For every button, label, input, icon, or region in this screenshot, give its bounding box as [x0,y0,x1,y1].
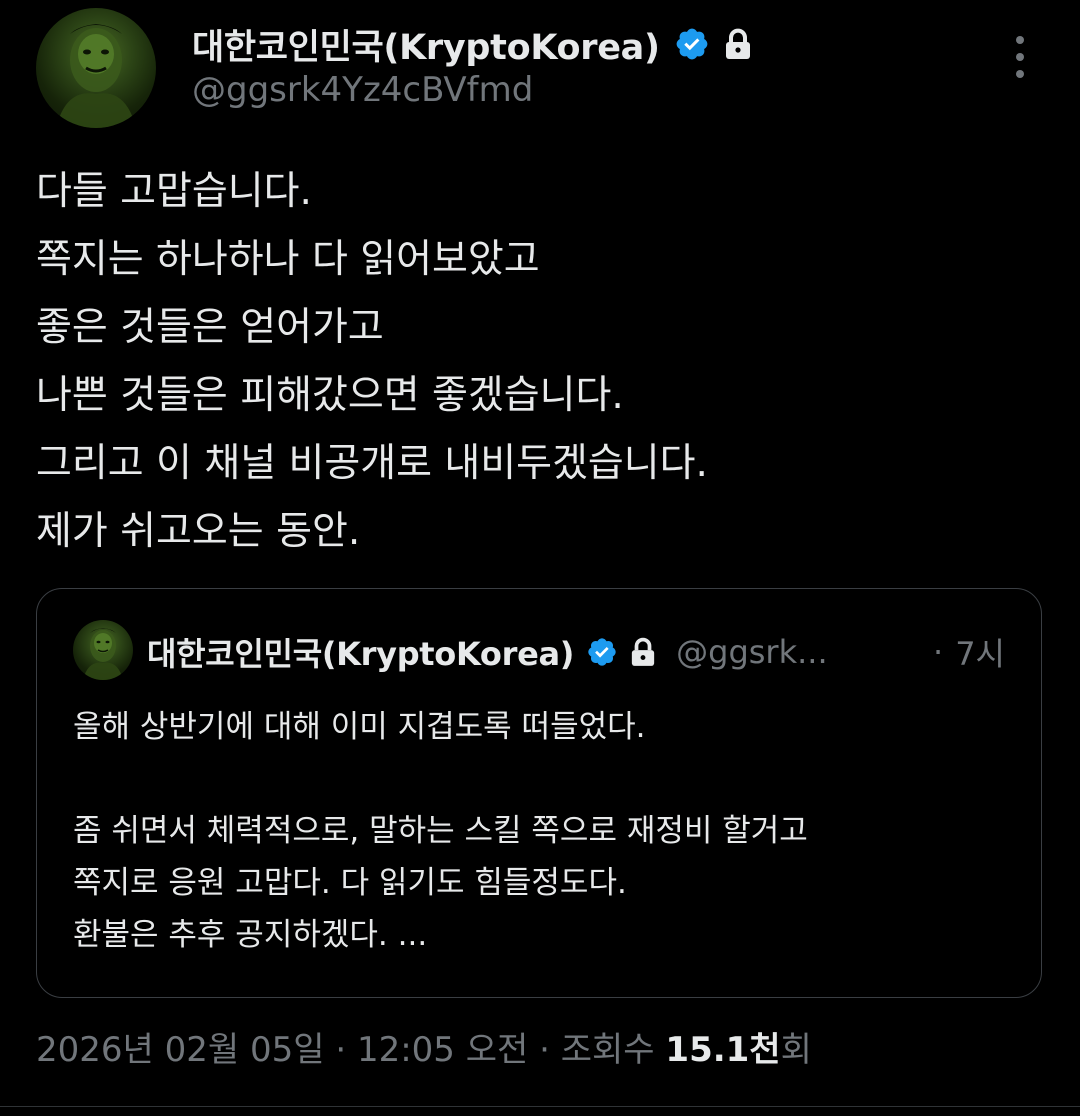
protected-lock-icon [631,637,655,666]
views-suffix: 회 [780,1030,812,1070]
more-dot [1016,70,1024,78]
quoted-line: 올해 상반기에 대해 이미 지겹도록 떠들었다. [73,709,646,745]
quoted-tweet-text: 올해 상반기에 대해 이미 지겹도록 떠들었다. 좀 쉬면서 체력적으로, 말하… [73,701,1013,961]
more-dot [1016,36,1024,44]
meta-separator: · [324,1030,357,1070]
quoted-display-name: 대한코인민국(KryptoKorea) [147,635,575,673]
views-label: 조회수 [560,1030,666,1070]
tweet-line: 그리고 이 채널 비공개로 내비두겠습니다. [36,441,708,486]
verified-badge-icon[interactable] [674,26,710,62]
tweet-time[interactable]: 12:05 오전 [357,1030,528,1070]
tweet-line: 제가 쉬고오는 동안. [36,509,361,554]
more-options-icon[interactable] [1006,36,1034,78]
protected-lock-icon [725,28,750,59]
tweet-line: 쪽지는 하나하나 다 읽어보았고 [36,237,540,282]
meta-separator: · [528,1030,561,1070]
tweet-text: 다들 고맙습니다. 쪽지는 하나하나 다 읽어보았고 좋은 것들은 얻어가고 나… [36,158,1046,566]
tweet-date[interactable]: 2026년 02월 05일 [36,1030,325,1070]
quoted-separator: · [933,633,944,671]
quoted-line: 환불은 추후 공지하겠다. ... [73,917,428,953]
divider [0,1106,1080,1107]
views-count[interactable]: 15.1천 [665,1030,780,1070]
quoted-tweet-card[interactable]: 대한코인민국(KryptoKorea) @ggsrk... · 7시 올해 상반… [36,588,1042,998]
quoted-timestamp: 7시 [955,635,1005,673]
quoted-header: 대한코인민국(KryptoKorea) @ggsrk... · 7시 [147,629,1005,675]
author-header: 대한코인민국(KryptoKorea) [192,22,752,68]
hulk-avatar-image [56,24,136,128]
quoted-line: 좀 쉬면서 체력적으로, 말하는 스킬 쪽으로 재정비 할거고 [73,813,808,849]
tweet-line: 다들 고맙습니다. [36,169,312,214]
quoted-author-avatar [73,620,133,680]
more-dot [1016,53,1024,61]
author-avatar[interactable] [36,8,156,128]
quoted-handle: @ggsrk... [676,633,828,671]
author-display-name[interactable]: 대한코인민국(KryptoKorea) [192,19,660,70]
tweet-line: 좋은 것들은 얻어가고 [36,305,384,350]
verified-badge-icon [588,638,616,666]
quoted-line [73,753,1013,805]
tweet-metadata: 2026년 02월 05일 · 12:05 오전 · 조회수 15.1천회 [36,1022,812,1071]
hulk-avatar-image [83,628,123,680]
author-handle[interactable]: @ggsrk4Yz4cBVfmd [192,70,533,110]
tweet-line: 나쁜 것들은 피해갔으면 좋겠습니다. [36,373,624,418]
quoted-line: 쪽지로 응원 고맙다. 다 읽기도 힘들정도다. [73,865,627,901]
